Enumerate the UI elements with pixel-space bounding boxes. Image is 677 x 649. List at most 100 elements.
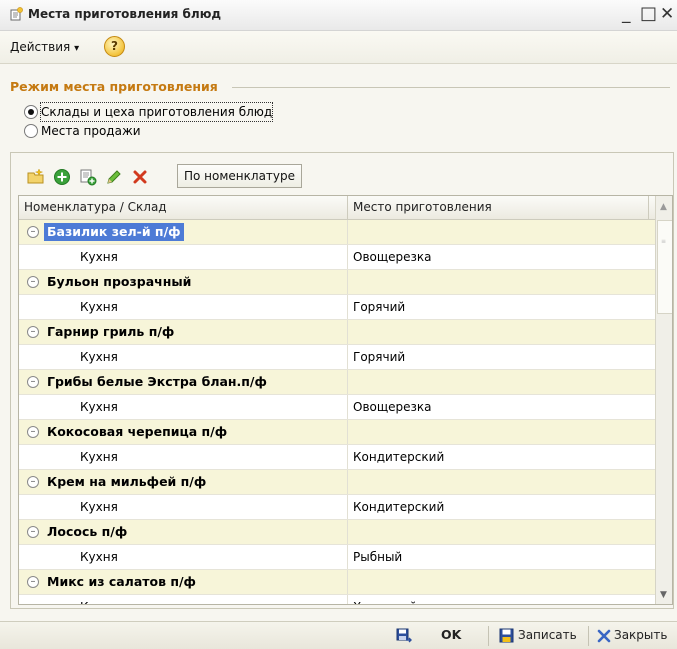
table-row[interactable]: Кухня Овощерезка <box>19 395 655 420</box>
table-row[interactable]: Кухня Рыбный <box>19 545 655 570</box>
group-name: Грибы белые Экстра блан.п/ф <box>47 374 267 389</box>
cell-place: Овощерезка <box>353 250 432 264</box>
cell-nomenclature: – Гарнир гриль п/ф <box>19 320 348 344</box>
save-icon[interactable] <box>499 628 515 644</box>
mode-group-title: Режим места приготовления <box>10 79 221 94</box>
cell-nomenclature: – Кокосовая черепица п/ф <box>19 420 348 444</box>
cell-place <box>348 420 653 444</box>
cell-warehouse: Кухня <box>19 345 348 369</box>
cell-warehouse: Кухня <box>19 595 348 604</box>
cell-nomenclature: – Крем на мильфей п/ф <box>19 470 348 494</box>
by-nomenclature-button[interactable]: По номенклатуре <box>177 164 303 188</box>
add-icon[interactable] <box>53 168 71 186</box>
close-window-button[interactable]: ✕ <box>660 2 674 26</box>
group-name: Бульон прозрачный <box>47 274 192 289</box>
column-header-nomenclature[interactable]: Номенклатура / Склад <box>19 196 348 219</box>
collapse-icon[interactable]: – <box>27 526 39 538</box>
cell-warehouse: Кухня <box>19 495 348 519</box>
table-row[interactable]: Кухня Овощерезка <box>19 245 655 270</box>
cell-place <box>348 470 653 494</box>
warehouse-name: Кухня <box>80 550 118 564</box>
collapse-icon[interactable]: – <box>27 376 39 388</box>
menu-bar: Действия ▾ ? <box>0 31 677 64</box>
table-group-row[interactable]: – Бульон прозрачный <box>19 270 655 295</box>
column-header-place[interactable]: Место приготовления <box>348 196 649 219</box>
delete-icon[interactable] <box>131 168 149 186</box>
table-row[interactable]: Кухня Холодный <box>19 595 655 604</box>
warehouse-name: Кухня <box>80 350 118 364</box>
scroll-grip-icon: ≡ <box>661 238 667 245</box>
actions-menu[interactable]: Действия ▾ <box>10 40 79 54</box>
maximize-button[interactable]: □ <box>640 2 657 26</box>
close-button[interactable]: Закрыть <box>614 628 667 642</box>
cell-nomenclature: – Грибы белые Экстра блан.п/ф <box>19 370 348 394</box>
cell-place: Овощерезка <box>353 400 432 414</box>
collapse-icon[interactable]: – <box>27 276 39 288</box>
vertical-scrollbar[interactable]: ▲ ≡ ▼ <box>655 196 672 604</box>
table-group-row[interactable]: – Базилик зел-й п/ф <box>19 220 655 245</box>
minimize-button[interactable]: _ <box>622 2 631 26</box>
table-group-row[interactable]: – Кокосовая черепица п/ф <box>19 420 655 445</box>
cell-nomenclature: – Микс из салатов п/ф <box>19 570 348 594</box>
divider <box>488 626 489 646</box>
collapse-icon[interactable]: – <box>27 426 39 438</box>
cell-place <box>348 520 653 544</box>
cell-place <box>348 370 653 394</box>
ok-button[interactable]: OK <box>441 627 461 642</box>
cell-place: Кондитерский <box>353 500 445 514</box>
table-group-row[interactable]: – Грибы белые Экстра блан.п/ф <box>19 370 655 395</box>
table-body: – Базилик зел-й п/ф Кухня Овощерезка – Бульон… <box>19 220 655 604</box>
table-row[interactable]: Кухня Горячий <box>19 345 655 370</box>
cell-place: Горячий <box>353 300 406 314</box>
bottom-bar: OK Записать Закрыть <box>0 621 677 649</box>
edit-icon[interactable] <box>105 168 123 186</box>
help-button[interactable]: ? <box>104 36 125 57</box>
chevron-down-icon: ▾ <box>74 43 80 54</box>
table-group-row[interactable]: – Гарнир гриль п/ф <box>19 320 655 345</box>
radio-selected-icon <box>24 105 38 119</box>
cell-warehouse: Кухня <box>19 545 348 569</box>
warehouse-name: Кухня <box>80 595 118 604</box>
cell-nomenclature: – Базилик зел-й п/ф <box>19 220 348 244</box>
copy-icon[interactable] <box>79 168 97 186</box>
warehouse-name: Кухня <box>80 500 118 514</box>
group-name: Кокосовая черепица п/ф <box>47 424 228 439</box>
title-bar: Места приготовления блюд _ □ ✕ <box>0 0 677 31</box>
table-row[interactable]: Кухня Кондитерский <box>19 495 655 520</box>
collapse-icon[interactable]: – <box>27 576 39 588</box>
table-row[interactable]: Кухня Кондитерский <box>19 445 655 470</box>
radio-sales-points-label: Места продажи <box>41 124 141 138</box>
warehouse-name: Кухня <box>80 450 118 464</box>
table-group-row[interactable]: – Микс из салатов п/ф <box>19 570 655 595</box>
scroll-thumb[interactable] <box>657 220 672 314</box>
table-row[interactable]: Кухня Горячий <box>19 295 655 320</box>
cell-warehouse: Кухня <box>19 245 348 269</box>
save-button[interactable]: Записать <box>518 628 577 642</box>
cell-place <box>348 320 653 344</box>
group-name: Микс из салатов п/ф <box>47 574 196 589</box>
table-header: Номенклатура / Склад Место приготовления <box>19 196 672 220</box>
cell-place <box>348 220 653 244</box>
scroll-up-icon[interactable]: ▲ <box>660 202 667 212</box>
scroll-down-icon[interactable]: ▼ <box>660 590 667 600</box>
cell-nomenclature: – Бульон прозрачный <box>19 270 348 294</box>
table-group-row[interactable]: – Крем на мильфей п/ф <box>19 470 655 495</box>
cell-warehouse: Кухня <box>19 395 348 419</box>
preparation-places-table: Номенклатура / Склад Место приготовления… <box>18 195 673 605</box>
table-group-row[interactable]: – Лосось п/ф <box>19 520 655 545</box>
cell-warehouse: Кухня <box>19 295 348 319</box>
close-icon[interactable] <box>597 629 611 643</box>
cell-place: Горячий <box>353 350 406 364</box>
actions-menu-label: Действия <box>10 40 71 54</box>
warehouse-name: Кухня <box>80 400 118 414</box>
cell-place <box>348 270 653 294</box>
dialog-window: Места приготовления блюд _ □ ✕ Действия … <box>0 0 677 649</box>
cell-nomenclature: – Лосось п/ф <box>19 520 348 544</box>
group-name: Лосось п/ф <box>47 524 128 539</box>
collapse-icon[interactable]: – <box>27 326 39 338</box>
collapse-icon[interactable]: – <box>27 476 39 488</box>
window-title: Места приготовления блюд <box>28 7 222 21</box>
new-folder-icon[interactable] <box>27 168 45 186</box>
collapse-icon[interactable]: – <box>27 226 39 238</box>
save-and-close-icon[interactable] <box>396 628 412 644</box>
